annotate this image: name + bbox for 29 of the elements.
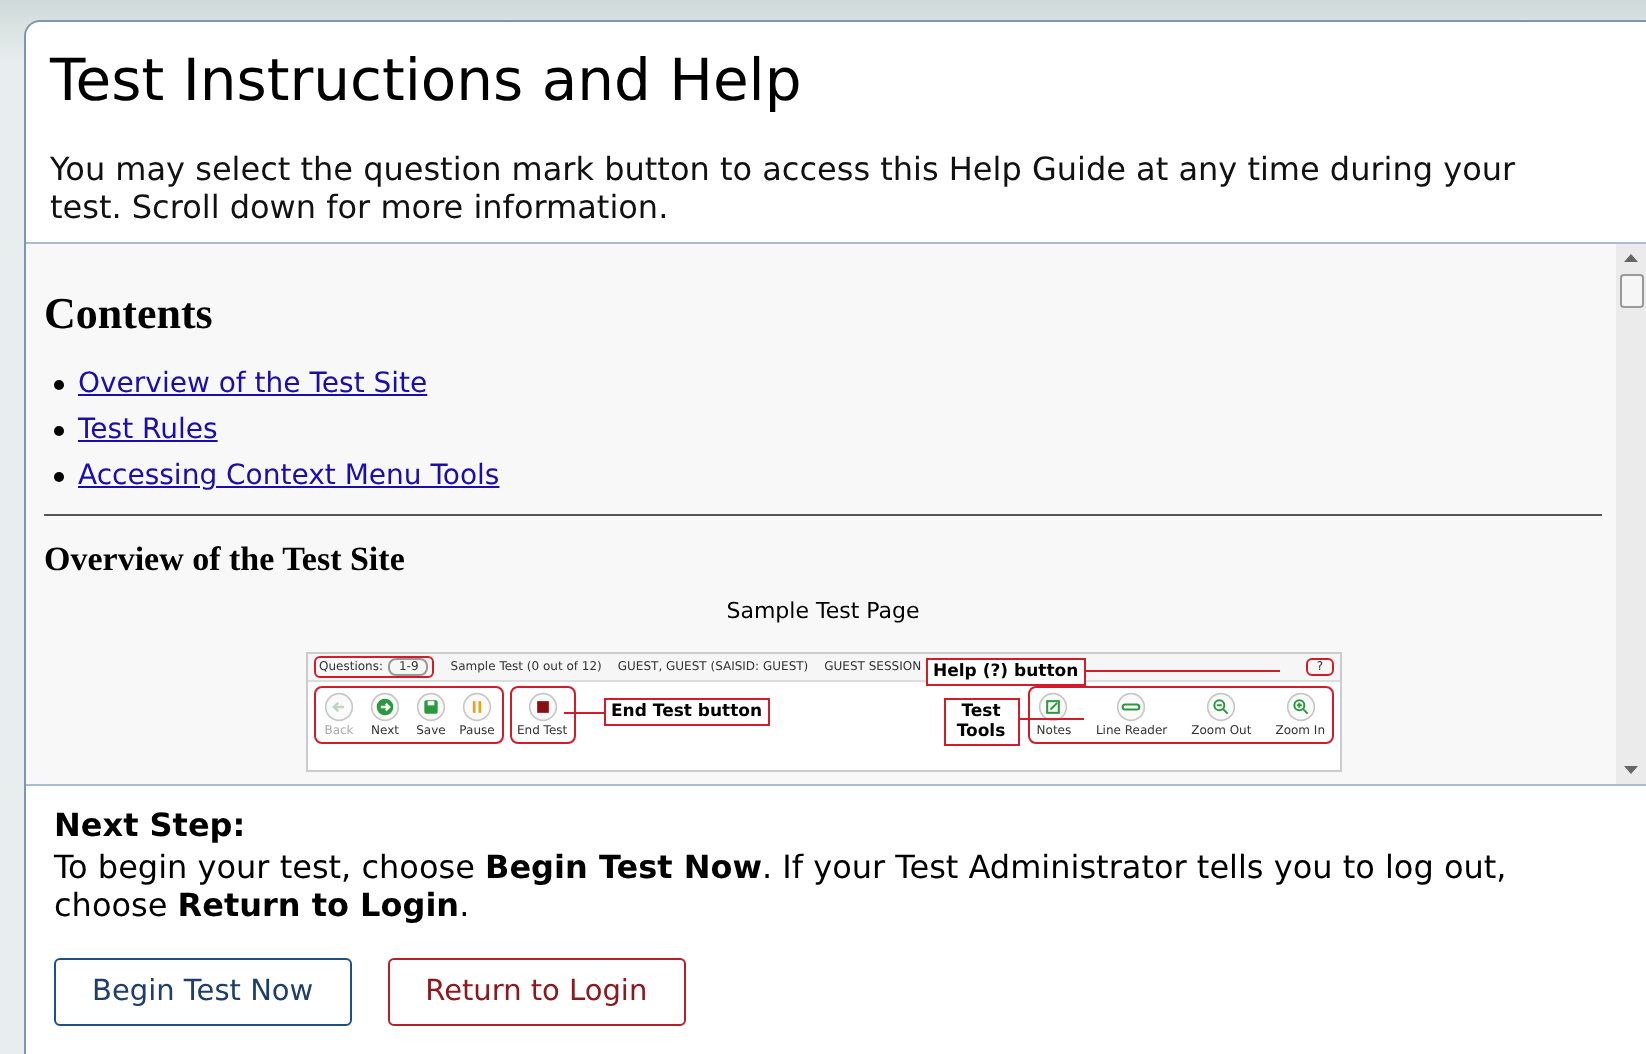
dialog-title: Test Instructions and Help [47, 44, 804, 114]
section-heading: Overview of the Test Site [44, 540, 407, 580]
contents-link[interactable]: Test Rules [78, 414, 218, 446]
callout-label: Help (?) button [925, 658, 1087, 686]
contents-link[interactable]: Accessing Context Menu Tools [78, 460, 500, 492]
next-step-heading: Next Step: [54, 806, 248, 844]
pause-icon [462, 692, 492, 722]
callout-label: Test Tools [943, 698, 1019, 746]
save-icon [416, 692, 446, 722]
bullet-icon [54, 425, 64, 435]
zoom-out-icon [1206, 692, 1237, 722]
end-icon [527, 692, 558, 722]
image-caption: Sample Test Page [724, 598, 922, 624]
callout-label: End Test button [603, 698, 771, 726]
bullet-icon [54, 471, 64, 481]
back-icon [324, 692, 354, 722]
scroll-thumb[interactable] [1619, 274, 1643, 308]
zoom-in-icon [1285, 692, 1316, 722]
next-step-text: To begin your test, choose Begin Test Now. If your Test Administrator tells you to log out, choose Return to Login. [54, 848, 1509, 924]
contents-heading: Contents [44, 288, 215, 340]
next-icon [370, 692, 400, 722]
notes-icon [1038, 692, 1069, 722]
intro-text: You may select the question mark button to access this Help Guide at any time during your test. Scroll down for more information. [48, 148, 1518, 230]
return-button[interactable]: Return to Login [387, 958, 686, 1026]
bullet-icon [54, 379, 64, 389]
line-reader-icon [1116, 692, 1147, 722]
scrollbar[interactable] [1616, 244, 1646, 784]
contents-link[interactable]: Overview of the Test Site [78, 368, 428, 400]
begin-button[interactable]: Begin Test Now [54, 958, 352, 1026]
